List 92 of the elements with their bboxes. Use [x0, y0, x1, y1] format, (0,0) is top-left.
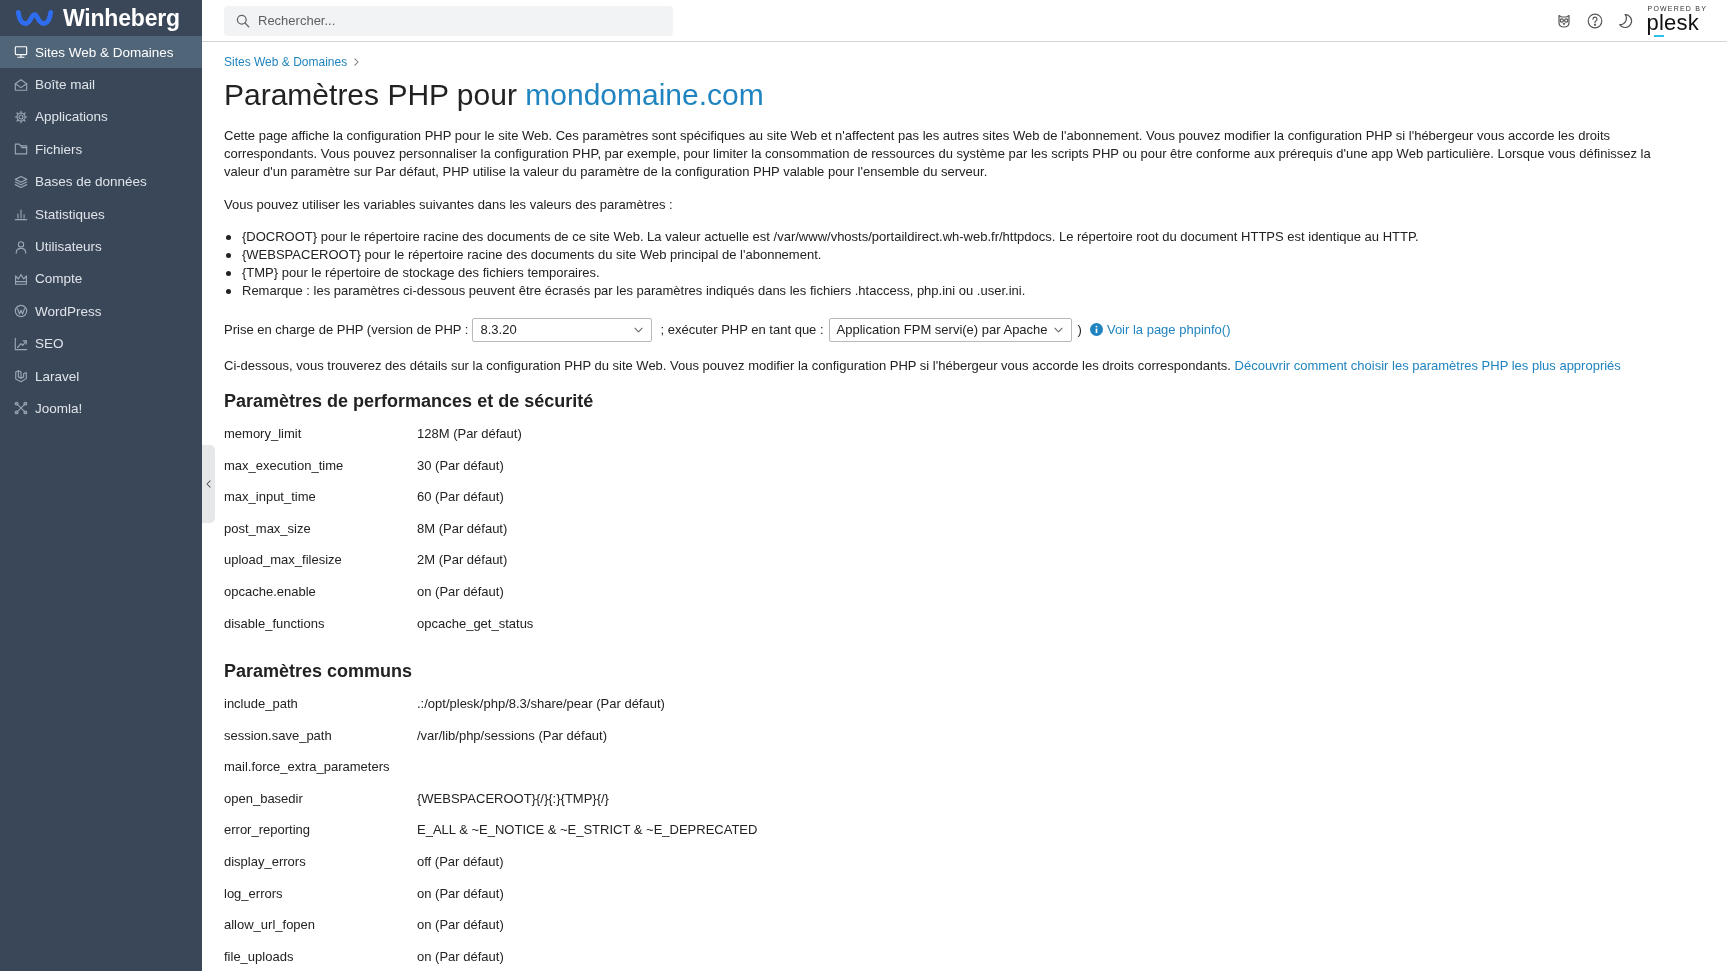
setting-name: display_errors — [224, 853, 307, 872]
setting-value: E_ALL & ~E_NOTICE & ~E_STRICT & ~E_DEPRECATED — [417, 821, 758, 840]
php-support-label: Prise en charge de PHP (version de PHP : — [224, 320, 469, 339]
plesk-wordmark: plesk — [1646, 12, 1699, 37]
variable-note: {WEBSPACEROOT} pour le répertoire racine des documents du site Web principal de l'abonnement. — [242, 245, 822, 264]
setting-name: log_errors — [224, 884, 284, 903]
logo-icon — [14, 7, 55, 29]
setting-name: max_input_time — [224, 488, 317, 507]
domain-link[interactable]: mondomaine.com — [525, 78, 764, 111]
collapse-handle[interactable] — [202, 445, 215, 523]
setting-value: 128M (Par défaut) — [417, 425, 523, 443]
setting-value: 30 (Par défaut) — [417, 456, 505, 475]
setting-name: memory_limit — [224, 425, 303, 443]
bullet-icon — [226, 288, 231, 294]
setting-value: opcache_get_status — [417, 614, 534, 633]
nav-item[interactable]: Joomla! — [0, 392, 202, 425]
nav-item[interactable]: Utilisateurs — [0, 230, 202, 263]
setting-name: file_uploads — [224, 947, 295, 966]
gear-icon — [14, 109, 28, 124]
x-circles-icon — [14, 401, 28, 416]
nav-item[interactable]: Compte — [0, 262, 202, 296]
setting-value: /var/lib/php/sessions (Par défaut) — [417, 726, 609, 745]
nav-item[interactable]: Boîte mail — [0, 68, 202, 101]
nav-item[interactable]: Bases de données — [0, 165, 202, 198]
php-version-select[interactable]: 8.3.20 — [472, 317, 653, 342]
variable-note: {TMP} pour le répertoire de stockage des fichiers temporaires. — [242, 263, 600, 282]
page-title: Paramètres PHP pour mondomaine.com — [224, 77, 765, 113]
setting-value: on (Par défaut) — [417, 916, 505, 935]
layers-icon — [14, 174, 28, 189]
bullet-icon — [226, 234, 231, 240]
nav-item[interactable]: Fichiers — [0, 133, 202, 166]
bar-chart-icon — [14, 207, 28, 222]
cube-icon — [14, 369, 28, 384]
setting-name: upload_max_filesize — [224, 551, 343, 570]
setting-name: open_basedir — [224, 789, 304, 808]
variable-note: {DOCROOT} pour le répertoire racine des documents de ce site Web. La valeur actuelle est /var/www/vhosts/portaildirect.wh-web.fr/httpdocs. Le répertoire root du document HTTPS est identique au HTTP. — [242, 227, 1419, 246]
owl-icon[interactable] — [1555, 12, 1572, 29]
help-icon[interactable] — [1586, 12, 1603, 29]
variable-note: Remarque : les paramètres ci-dessous peuvent être écrasés par les paramètres indiqués dans les fichiers .htaccess, php.ini ou .user.ini. — [242, 281, 1026, 300]
info-icon — [1089, 323, 1103, 336]
setting-value: 2M (Par défaut) — [417, 551, 509, 570]
envelope-icon — [14, 77, 28, 92]
details-text: Ci-dessous, vous trouverez des détails sur la configuration PHP du site Web. Vous pouvez modifier la configuration PHP si l'hébergeur vous accorde les droits correspondants. Découvrir comment choisir les paramètres PHP les plus appropriés — [224, 356, 1622, 375]
brand-name: Winheberg — [63, 4, 180, 32]
setting-value: on (Par défaut) — [417, 582, 505, 601]
moon-icon[interactable] — [1617, 12, 1634, 29]
caret-down-icon — [1053, 326, 1063, 333]
caret-down-icon — [634, 326, 644, 333]
bullet-icon — [226, 270, 231, 276]
setting-name: post_max_size — [224, 519, 312, 538]
setting-value: on (Par défaut) — [417, 884, 505, 903]
setting-name: include_path — [224, 695, 299, 714]
setting-value: off (Par défaut) — [417, 853, 505, 872]
trend-chart-icon — [14, 336, 28, 351]
closing-parenthesis: ) — [1077, 320, 1082, 339]
chevron-left-icon — [206, 480, 211, 488]
setting-name: error_reporting — [224, 821, 311, 840]
nav-item[interactable]: Applications — [0, 100, 202, 134]
phpinfo-link[interactable]: Voir la page phpinfo() — [1106, 320, 1231, 339]
folder-icon — [14, 142, 28, 157]
run-as-label: ; exécuter PHP en tant que : — [660, 320, 824, 339]
section-heading: Paramètres communs — [224, 659, 414, 683]
setting-value: 60 (Par défaut) — [417, 488, 505, 507]
w-circle-icon — [14, 304, 28, 319]
setting-name: allow_url_fopen — [224, 916, 317, 935]
nav-item[interactable]: Statistiques — [0, 197, 202, 231]
setting-name: mail.force_extra_parameters — [224, 758, 391, 777]
bullet-icon — [226, 252, 231, 258]
nav-item[interactable]: Sites Web & Domaines — [0, 36, 202, 69]
setting-name: opcache.enable — [224, 582, 317, 601]
search-field[interactable]: Rechercher... — [224, 5, 673, 36]
search-icon — [236, 13, 250, 28]
setting-name: disable_functions — [224, 614, 326, 633]
monitor-icon — [14, 45, 28, 60]
setting-name: session.save_path — [224, 726, 333, 745]
breadcrumb-link[interactable]: Sites Web & Domaines — [224, 54, 348, 70]
php-handler-select[interactable]: Application FPM servi(e) par Apache — [828, 317, 1072, 342]
nav-item[interactable]: Laravel — [0, 359, 202, 393]
variables-intro-text: Vous pouvez utiliser les variables suivantes dans les valeurs des paramètres : — [224, 195, 674, 214]
setting-value: on (Par défaut) — [417, 947, 505, 966]
intro-text: Cette page affiche la configuration PHP pour le site Web. Ces paramètres sont spécifiques au site Web et n'affectent pas les autres sites Web de l'abonnement. Vous pouvez modifier la configuration PHP si l'hébergeur vous accorde les droits correspondants. Vous pouvez personnaliser la configuration PHP, par exemple, pour limiter la consommation de ressources du système par les scripts PHP ou pour être conforme aux prérequis d'une app Web particulière. Lorsque vous définissez la valeur d'un paramètre sur Par défaut, PHP utilise la valeur du paramètre de la configuration PHP valable pour l'ensemble du serveur. — [224, 127, 1652, 181]
docs-link[interactable]: Découvrir comment choisir les paramètres PHP les plus appropriés — [1234, 357, 1621, 373]
section-heading: Paramètres de performances et de sécurité — [224, 389, 595, 413]
user-icon — [14, 239, 28, 254]
crown-icon — [14, 271, 28, 286]
chevron-right-icon — [354, 58, 360, 66]
setting-value: {WEBSPACEROOT}{/}{:}{TMP}{/} — [417, 789, 610, 808]
setting-value: .:/opt/plesk/php/8.3/share/pear (Par défaut) — [417, 695, 666, 714]
setting-name: max_execution_time — [224, 456, 345, 475]
nav-item[interactable]: WordPress — [0, 295, 202, 328]
nav-item[interactable]: SEO — [0, 327, 202, 360]
setting-value: 8M (Par défaut) — [417, 519, 509, 538]
